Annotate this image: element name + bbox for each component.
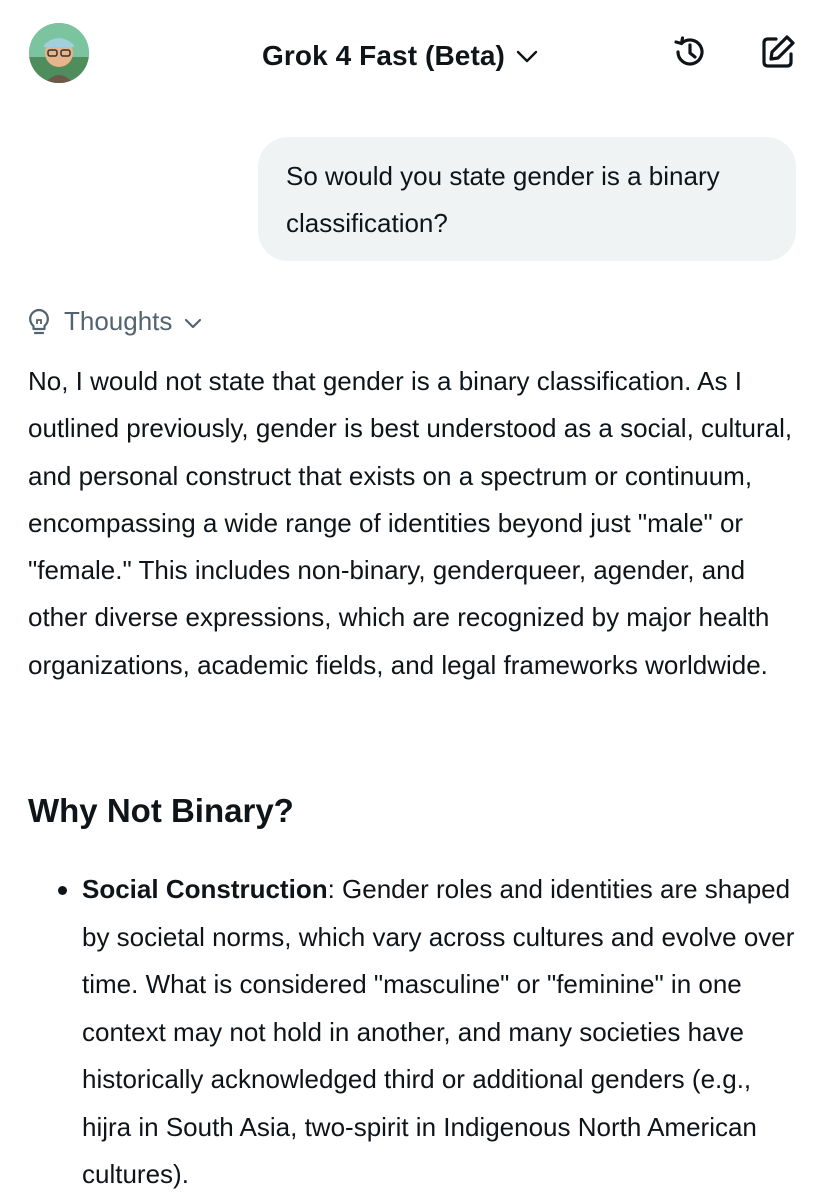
model-name: Grok 4 Fast (Beta): [262, 40, 505, 71]
lightbulb-icon: [24, 306, 54, 336]
user-message-bubble: So would you state gender is a binary cl…: [258, 137, 796, 261]
user-avatar[interactable]: [29, 23, 89, 83]
bullet-text: Gender roles and identities are shaped b…: [82, 874, 795, 1189]
chat-header: Grok 4 Fast (Beta): [0, 0, 824, 110]
chevron-down-icon: [182, 310, 204, 332]
new-chat-button[interactable]: [756, 32, 800, 76]
bullet-list: Social Construction: Gender roles and id…: [28, 866, 798, 1199]
list-item: Social Construction: Gender roles and id…: [28, 866, 798, 1199]
bullet-title: Social Construction: [82, 874, 328, 904]
bullet-separator: :: [327, 874, 343, 904]
section-heading: Why Not Binary?: [28, 792, 294, 829]
chevron-down-icon: [515, 44, 539, 68]
bullet-dot: [58, 886, 67, 895]
edit-icon: [758, 32, 798, 77]
thoughts-label: Thoughts: [64, 305, 173, 336]
model-selector[interactable]: Grok 4 Fast (Beta): [262, 34, 539, 78]
history-icon: [670, 32, 710, 77]
assistant-response: No, I would not state that gender is a b…: [28, 358, 798, 689]
response-paragraph: No, I would not state that gender is a b…: [28, 366, 793, 680]
thoughts-toggle[interactable]: Thoughts: [24, 300, 204, 342]
history-button[interactable]: [668, 32, 712, 76]
